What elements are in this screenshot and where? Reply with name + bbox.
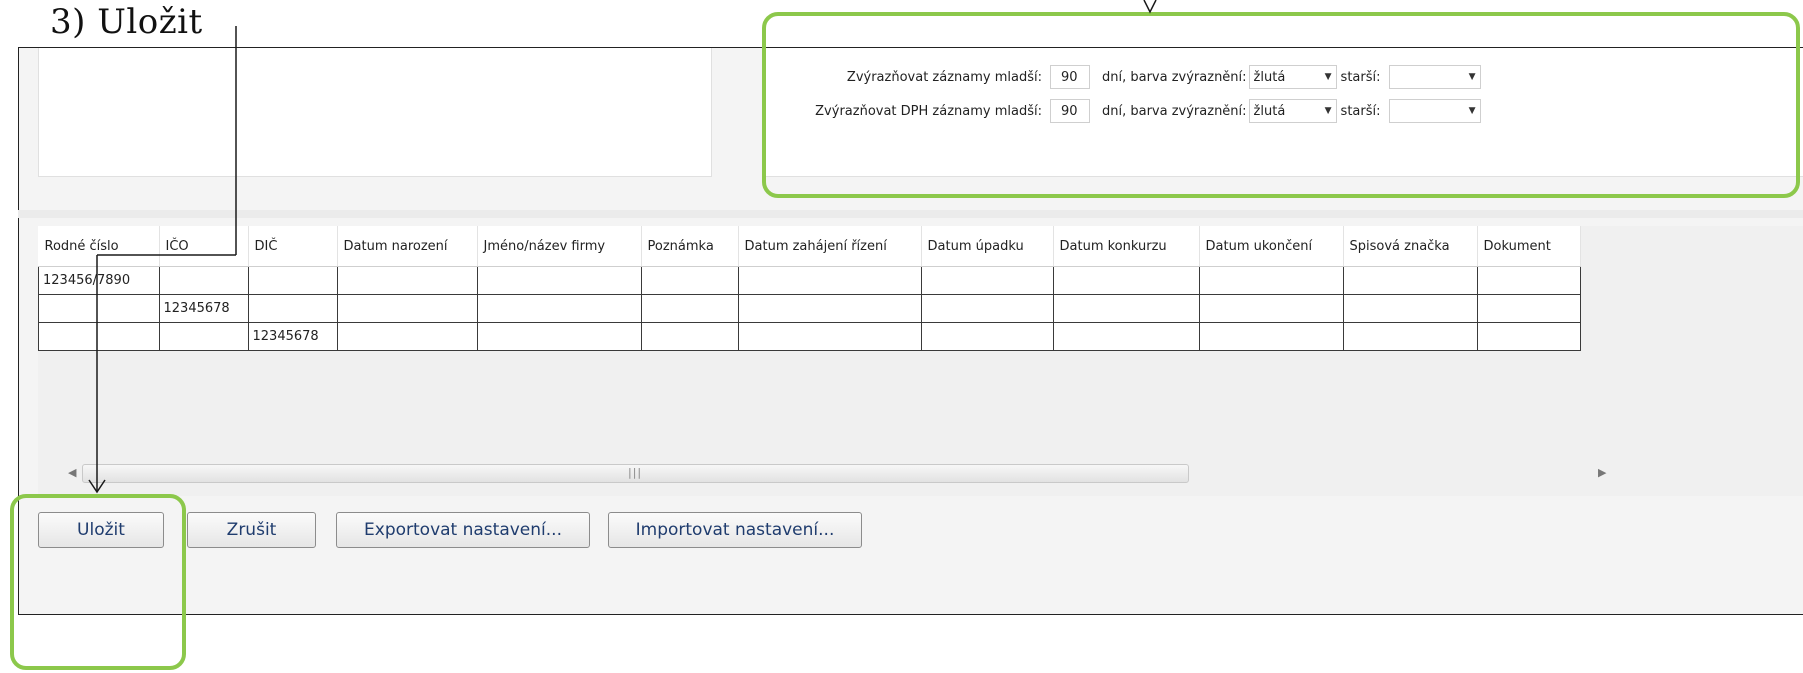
arrow-head-icon bbox=[1143, 0, 1157, 14]
annotation-arrows bbox=[88, 0, 1157, 494]
